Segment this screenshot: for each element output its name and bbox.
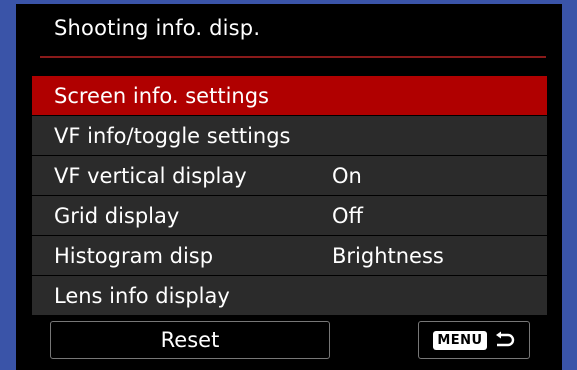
- menu-item-label: Lens info display: [54, 283, 230, 308]
- menu-badge: MENU: [433, 330, 487, 350]
- menu-item-value: Off: [332, 203, 363, 228]
- camera-screen: Shooting info. disp. Screen info. settin…: [16, 4, 562, 370]
- menu-item-label: VF vertical display: [54, 163, 247, 188]
- title-divider: [40, 56, 546, 58]
- menu-item-value: On: [332, 163, 362, 188]
- menu-item-label: VF info/toggle settings: [54, 123, 291, 148]
- reset-button[interactable]: Reset: [50, 321, 330, 359]
- menu-item-vf-info-toggle-settings[interactable]: VF info/toggle settings: [32, 116, 547, 155]
- menu-item-label: Histogram disp: [54, 243, 214, 268]
- menu-item-vf-vertical-display[interactable]: VF vertical display On: [32, 156, 547, 195]
- menu-item-grid-display[interactable]: Grid display Off: [32, 196, 547, 235]
- menu-item-histogram-disp[interactable]: Histogram disp Brightness: [32, 236, 547, 275]
- menu-item-screen-info-settings[interactable]: Screen info. settings: [32, 76, 547, 115]
- return-arrow-icon: [493, 331, 515, 349]
- menu-item-value: Brightness: [332, 243, 444, 268]
- menu-back-button[interactable]: MENU: [418, 321, 530, 359]
- menu-item-lens-info-display[interactable]: Lens info display: [32, 276, 547, 315]
- page-title: Shooting info. disp.: [54, 16, 261, 40]
- menu-item-label: Grid display: [54, 203, 180, 228]
- menu-item-label: Screen info. settings: [54, 83, 269, 108]
- settings-menu: Screen info. settings VF info/toggle set…: [32, 76, 547, 316]
